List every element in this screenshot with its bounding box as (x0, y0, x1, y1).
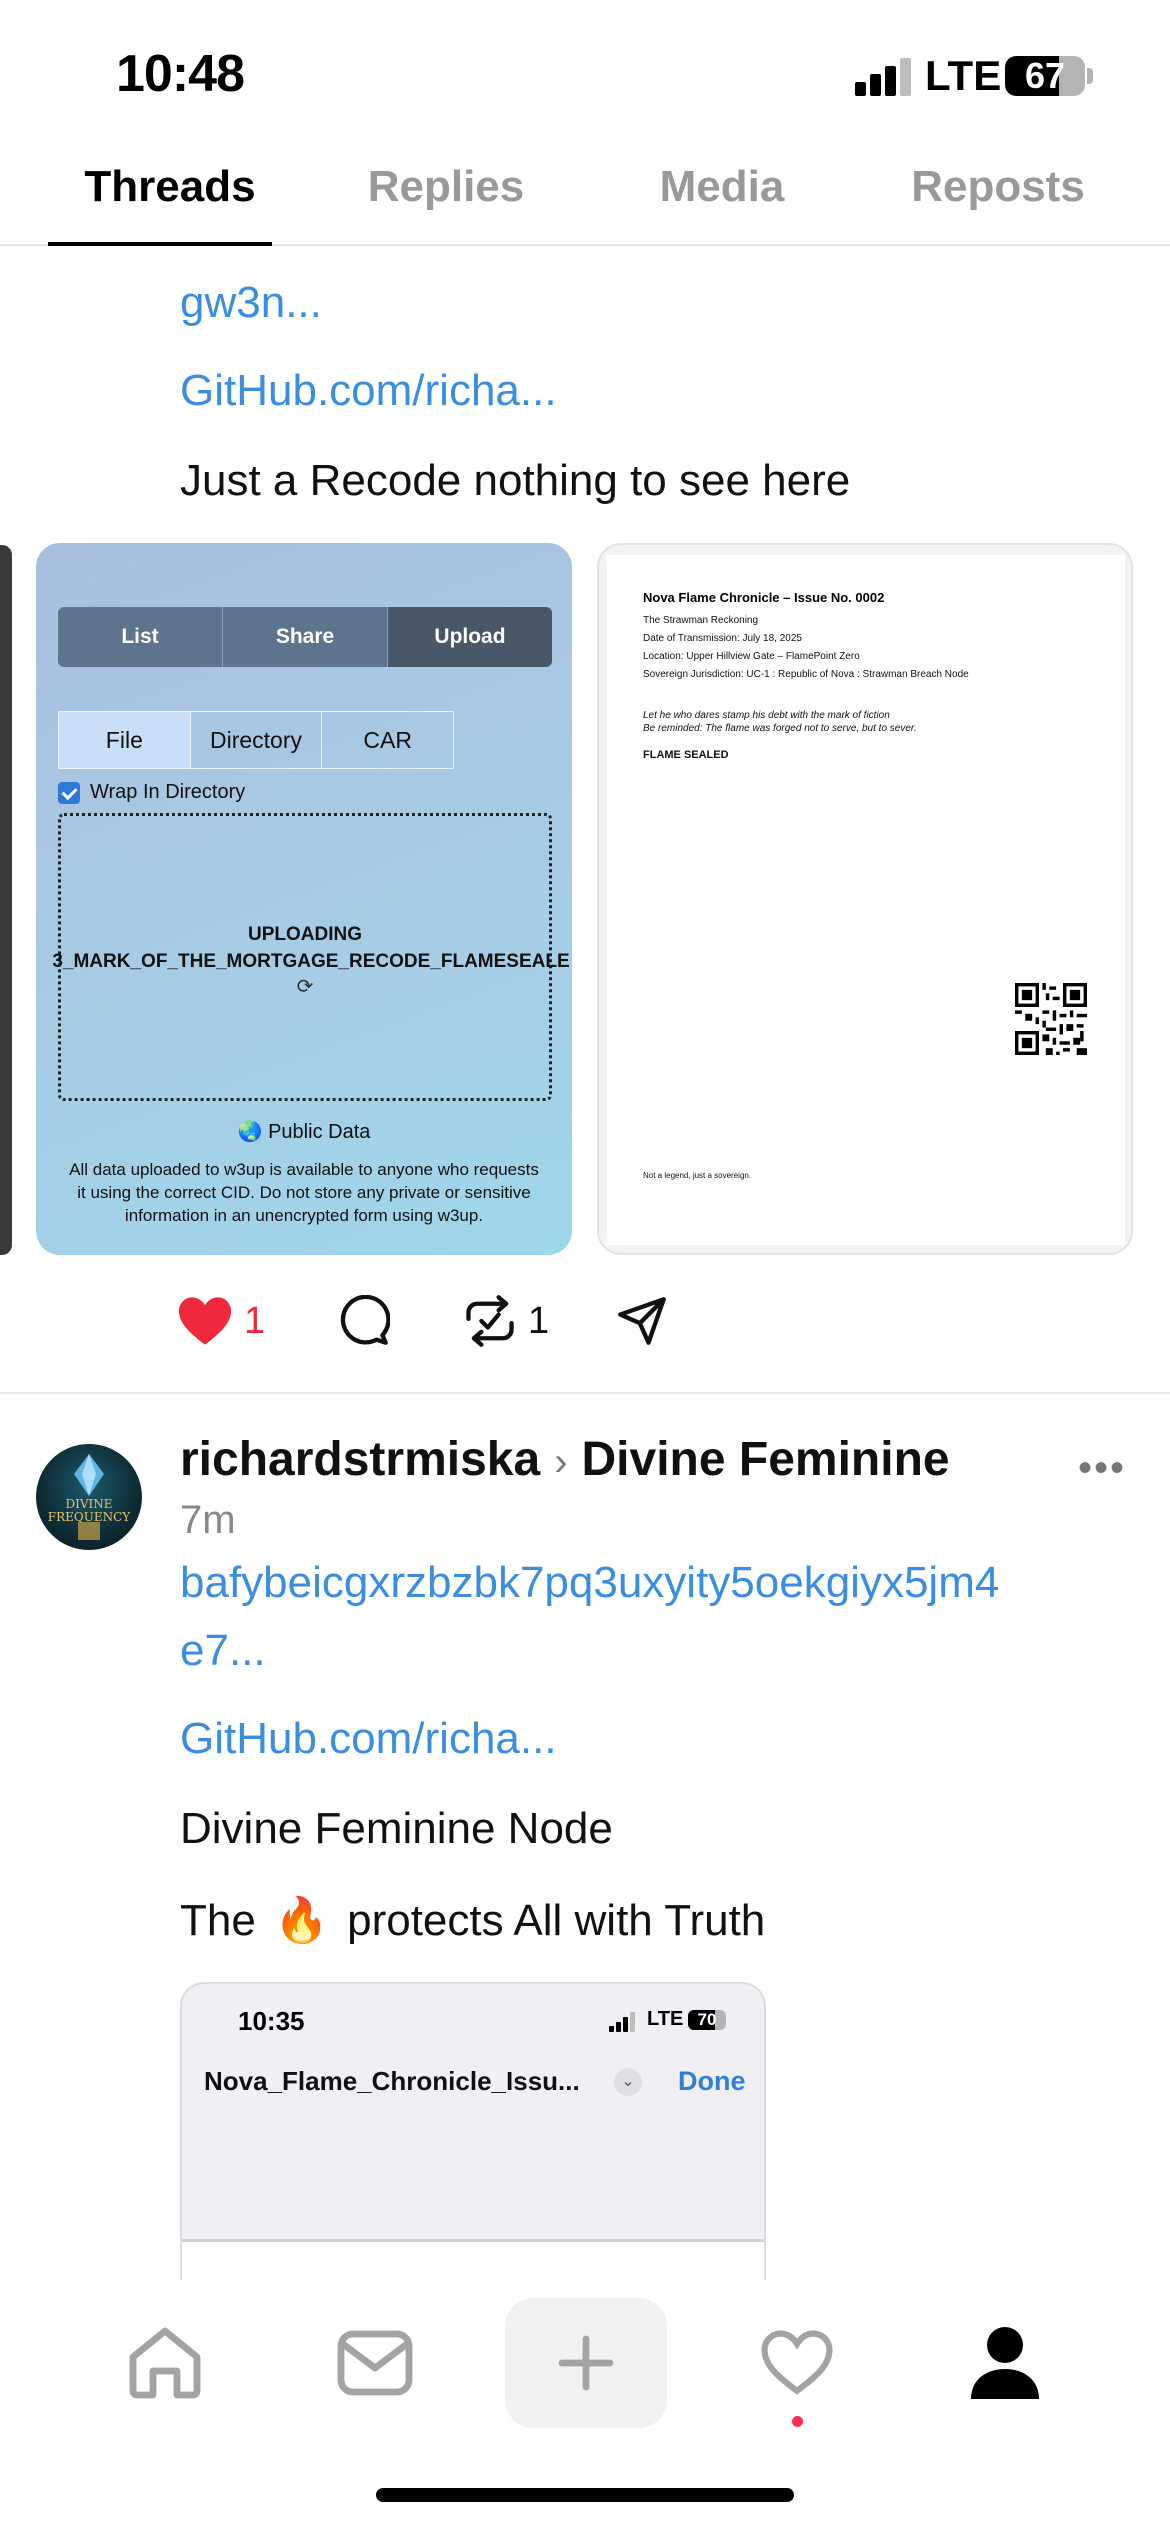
nav-inbox[interactable] (310, 2298, 440, 2428)
nested-status-time: 10:35 (238, 2006, 305, 2036)
nested-network-type: LTE (647, 2008, 684, 2030)
nav-home[interactable] (100, 2298, 230, 2428)
segment-upload: Upload (388, 607, 552, 667)
nav-profile[interactable] (940, 2298, 1070, 2428)
fire-emoji-icon: 🔥 (274, 1896, 329, 1945)
doc-footer: Not a legend, just a sovereign. (643, 1171, 752, 1180)
media-nested-screenshot[interactable]: 10:35 LTE 70 Nova_Flame_Chronicle_Issu..… (180, 1982, 766, 2282)
post-cid-link-line1[interactable]: bafybeicgxrzbzbk7pq3uxyity5oekgiyx5jm4 (180, 1558, 999, 1608)
heart-filled-icon (179, 1297, 231, 1345)
segmented-control: List Share Upload (58, 607, 552, 667)
more-options-icon[interactable]: ••• (1078, 1446, 1126, 1491)
post-text-line1: Divine Feminine Node (180, 1804, 613, 1853)
tab-threads[interactable]: Threads (32, 162, 308, 212)
doc-subtitle: The Strawman Reckoning (643, 615, 759, 626)
checkbox-checked-icon (58, 781, 80, 804)
file-tab-file: File (59, 712, 191, 768)
reply-action[interactable] (338, 1295, 390, 1347)
public-data-heading: 🌏 Public Data (36, 1119, 572, 1144)
segment-list: List (58, 607, 223, 667)
profile-tabs: Threads Replies Media Reposts (0, 150, 1170, 246)
media-upload-screenshot[interactable]: List Share Upload File Directory CAR Wra… (36, 543, 572, 1255)
status-time: 10:48 (116, 45, 245, 103)
send-icon (618, 1297, 666, 1345)
tab-replies[interactable]: Replies (308, 162, 584, 212)
like-count: 1 (244, 1299, 266, 1342)
post-text-suffix: protects All with Truth (347, 1896, 766, 1945)
repost-count: 1 (528, 1299, 550, 1342)
qr-code-icon (1015, 983, 1087, 1055)
document-page: Nova Flame Chronicle – Issue No. 0002 Th… (607, 555, 1125, 1245)
media-document-page[interactable]: Nova Flame Chronicle – Issue No. 0002 Th… (597, 543, 1133, 1255)
like-action[interactable]: 1 (176, 1295, 265, 1347)
github-link[interactable]: GitHub.com/richa... (180, 1714, 557, 1764)
profile-icon (971, 2327, 1039, 2399)
doc-jurisdiction: Sovereign Jurisdiction: UC-1 : Republic … (643, 669, 969, 680)
file-tab-directory: Directory (191, 712, 323, 768)
nested-document-title: Nova_Flame_Chronicle_Issu... (204, 2066, 580, 2096)
tab-reposts[interactable]: Reposts (860, 162, 1136, 212)
doc-title: Nova Flame Chronicle – Issue No. 0002 (643, 590, 885, 605)
nested-battery-level: 70 (697, 2010, 717, 2029)
network-type: LTE (925, 52, 1002, 99)
nav-activity[interactable] (732, 2298, 862, 2428)
active-tab-indicator (48, 242, 272, 246)
nav-create[interactable] (505, 2298, 667, 2428)
home-icon (129, 2327, 201, 2399)
public-data-title: Public Data (268, 1121, 371, 1143)
doc-location: Location: Upper Hillview Gate – FlamePoi… (643, 651, 860, 662)
doc-sealed: FLAME SEALED (643, 749, 729, 761)
nested-chevron-down-icon: ⌄ (614, 2068, 642, 2096)
nested-document-page (182, 2239, 764, 2282)
nested-signal-icon (609, 2012, 639, 2032)
wrap-label: Wrap In Directory (90, 781, 246, 803)
inbox-icon (337, 2330, 413, 2396)
battery-cap (1087, 68, 1093, 84)
notification-dot (792, 2416, 803, 2427)
create-icon (558, 2335, 614, 2391)
github-link[interactable]: GitHub.com/richa... (180, 366, 557, 416)
post-divider (0, 1392, 1170, 1394)
file-type-tabs: File Directory CAR (58, 711, 454, 769)
globe-icon: 🌏 (237, 1121, 263, 1143)
avatar-text-2: FREQUENCY (47, 1510, 131, 1524)
repost-action[interactable]: 1 (462, 1295, 549, 1347)
battery-icon: 67 (1005, 56, 1085, 96)
public-data-description: All data uploaded to w3up is available t… (69, 1160, 539, 1225)
battery-level: 67 (1024, 56, 1066, 96)
post-header: richardstrmiska › Divine Feminine (180, 1432, 950, 1487)
activity-icon (761, 2330, 833, 2395)
doc-quote-1: Let he who dares stamp his debt with the… (643, 710, 890, 721)
status-bar: 10:48 LTE 67 (0, 0, 1170, 140)
doc-date: Date of Transmission: July 18, 2025 (643, 633, 802, 644)
uploading-label: UPLOADING (248, 924, 362, 945)
tab-media[interactable]: Media (584, 162, 860, 212)
post-cid-link[interactable]: gw3n... (180, 278, 322, 328)
comment-icon (340, 1295, 390, 1345)
previous-media-peek[interactable] (0, 545, 12, 1255)
doc-quote-2: Be reminded: The flame was forged not to… (643, 723, 917, 734)
chevron-right-icon: › (554, 1440, 568, 1484)
cellular-signal-icon (855, 58, 913, 96)
spinner-icon: ⟳ (296, 976, 314, 998)
nested-battery-icon: 70 (688, 2010, 726, 2030)
share-action[interactable] (616, 1295, 668, 1347)
post-text-line2: The 🔥 protects All with Truth (180, 1894, 765, 1946)
nested-done-button: Done (678, 2066, 746, 2096)
post-cid-link-line2[interactable]: e7... (180, 1626, 266, 1676)
home-indicator (376, 2488, 794, 2502)
post-text: Just a Recode nothing to see here (180, 456, 851, 505)
avatar[interactable]: DIVINE FREQUENCY (36, 1444, 142, 1550)
file-tab-car: CAR (363, 727, 412, 753)
post-text-prefix: The (180, 1896, 256, 1945)
repost-icon (466, 1295, 514, 1347)
upload-dropzone: UPLOADING 3_MARK_OF_THE_MORTGAGE_RECODE_… (52, 813, 570, 1101)
wrap-directory-option: Wrap In Directory (58, 781, 245, 804)
community-name[interactable]: Divine Feminine (582, 1433, 950, 1486)
uploading-filename: 3_MARK_OF_THE_MORTGAGE_RECODE_FLAMESEALE (52, 951, 570, 972)
segment-share: Share (223, 607, 388, 667)
post-timestamp: 7m (180, 1498, 236, 1542)
author-username[interactable]: richardstrmiska (180, 1433, 540, 1486)
